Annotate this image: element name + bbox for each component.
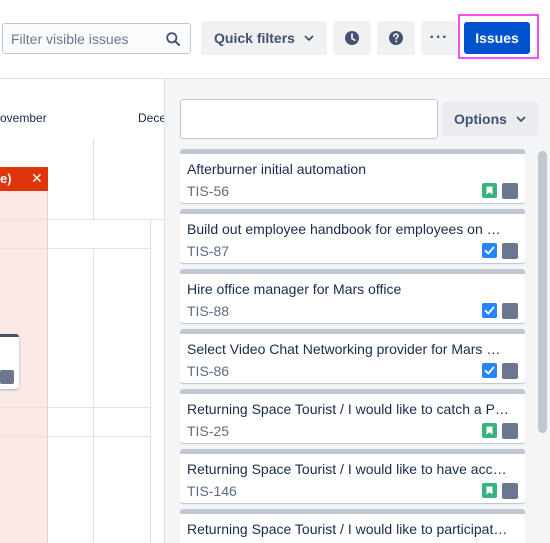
options-label: Options bbox=[454, 111, 507, 127]
timeline-row-divider bbox=[0, 407, 150, 408]
issues-search-input[interactable] bbox=[180, 99, 438, 139]
task-checkbox-icon bbox=[482, 243, 497, 258]
issue-title: Returning Space Tourist / I would like t… bbox=[187, 521, 508, 537]
more-actions-button[interactable]: ··· bbox=[421, 21, 457, 55]
close-icon[interactable]: ✕ bbox=[31, 170, 43, 187]
issue-card[interactable]: Returning Space Tourist / I would like t… bbox=[180, 449, 525, 503]
timeline-row-divider bbox=[0, 248, 150, 249]
release-overdue-header[interactable]: e) ✕ bbox=[0, 167, 48, 191]
issues-button[interactable]: Issues bbox=[464, 22, 530, 54]
issue-card[interactable]: Returning Space Tourist / I would like t… bbox=[180, 389, 525, 443]
issue-list-scrollbar[interactable] bbox=[538, 151, 547, 433]
issue-card[interactable]: Afterburner initial automation TIS-56 bbox=[180, 149, 525, 203]
chevron-down-icon bbox=[304, 35, 314, 41]
issue-title: Afterburner initial automation bbox=[187, 161, 366, 177]
issue-card[interactable]: Returning Space Tourist / I would like t… bbox=[180, 509, 525, 543]
month-label-november: ovember bbox=[0, 111, 47, 125]
more-icon: ··· bbox=[429, 29, 449, 46]
search-icon[interactable] bbox=[166, 32, 180, 46]
story-bookmark-icon bbox=[482, 423, 497, 438]
timeline-row-divider bbox=[0, 219, 164, 220]
task-checkbox-icon bbox=[482, 363, 497, 378]
issue-key: TIS-146 bbox=[187, 483, 237, 499]
question-icon bbox=[389, 31, 403, 45]
timeline-row-divider bbox=[0, 436, 150, 437]
issues-panel: Options Afterburner initial automation T… bbox=[165, 79, 550, 543]
issue-title: Select Video Chat Networking provider fo… bbox=[187, 341, 501, 357]
issue-key: TIS-86 bbox=[187, 363, 230, 379]
timeline-gridline bbox=[93, 249, 94, 543]
status-icon bbox=[0, 370, 14, 384]
timeline-gridline bbox=[93, 139, 94, 219]
issue-key: TIS-87 bbox=[187, 243, 230, 259]
filter-visible-issues-box[interactable] bbox=[2, 23, 191, 54]
issue-title: Build out employee handbook for employee… bbox=[187, 221, 501, 237]
timeline-gridline bbox=[150, 219, 151, 543]
top-toolbar: Quick filters ··· Issues bbox=[0, 0, 550, 78]
quick-filters-label: Quick filters bbox=[214, 30, 295, 46]
issue-title: Returning Space Tourist / I would like t… bbox=[187, 461, 507, 477]
status-icon bbox=[502, 483, 518, 499]
issue-title: Hire office manager for Mars office bbox=[187, 281, 402, 297]
history-button[interactable] bbox=[333, 21, 371, 55]
issue-title: Returning Space Tourist / I would like t… bbox=[187, 401, 509, 417]
timeline-area: ovember Dece e) ✕ bbox=[0, 79, 164, 543]
story-bookmark-icon bbox=[482, 183, 497, 198]
chevron-down-icon bbox=[516, 116, 526, 122]
issue-list: Afterburner initial automation TIS-56 Bu… bbox=[180, 149, 525, 543]
status-icon bbox=[502, 183, 518, 199]
quick-filters-button[interactable]: Quick filters bbox=[201, 21, 327, 55]
status-icon bbox=[502, 303, 518, 319]
timeline-issue-card[interactable] bbox=[0, 334, 19, 389]
options-button[interactable]: Options bbox=[442, 102, 538, 136]
month-label-december: Dece bbox=[138, 111, 164, 125]
filter-visible-issues-input[interactable] bbox=[11, 29, 161, 49]
issue-card[interactable]: Select Video Chat Networking provider fo… bbox=[180, 329, 525, 383]
issue-key: TIS-56 bbox=[187, 183, 230, 199]
help-button[interactable] bbox=[377, 21, 415, 55]
story-bookmark-icon bbox=[482, 483, 497, 498]
issue-card[interactable]: Hire office manager for Mars office TIS-… bbox=[180, 269, 525, 323]
task-checkbox-icon bbox=[482, 303, 497, 318]
status-icon bbox=[502, 243, 518, 259]
release-overdue-label: e) bbox=[0, 171, 12, 186]
issue-key: TIS-25 bbox=[187, 423, 230, 439]
clock-icon bbox=[345, 31, 359, 45]
issue-card[interactable]: Build out employee handbook for employee… bbox=[180, 209, 525, 263]
issue-key: TIS-88 bbox=[187, 303, 230, 319]
issues-button-label: Issues bbox=[475, 30, 519, 46]
status-icon bbox=[502, 423, 518, 439]
status-icon bbox=[502, 363, 518, 379]
